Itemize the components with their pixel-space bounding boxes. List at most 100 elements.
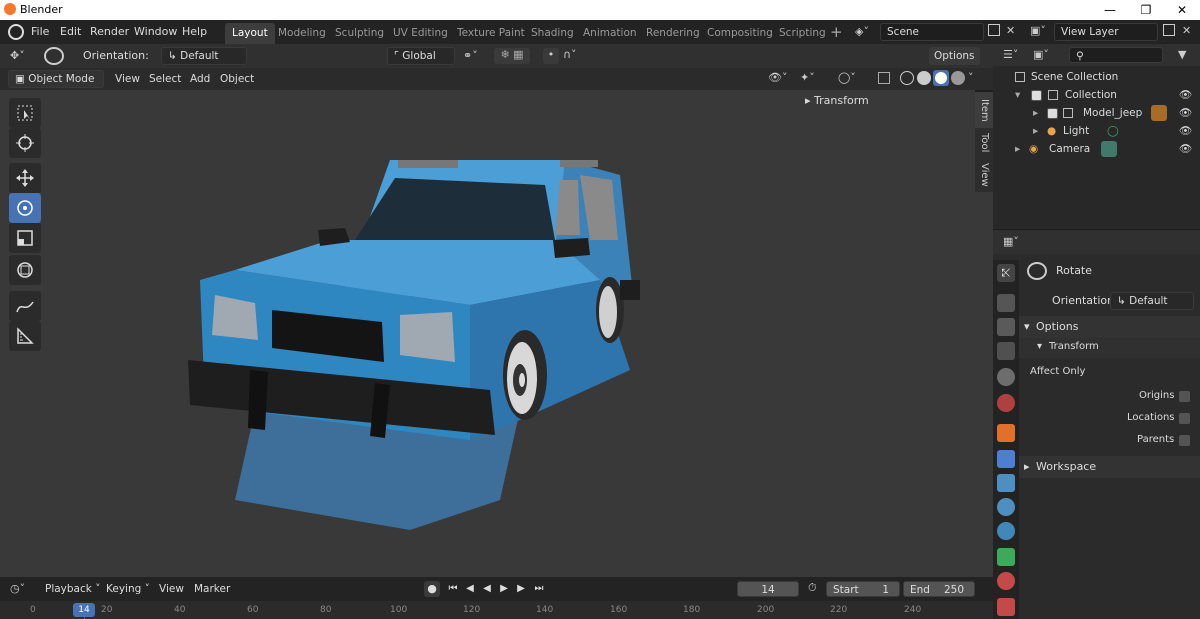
snap-icon[interactable]: ❄ ▦ (494, 48, 530, 64)
maximize-button[interactable]: ❐ (1128, 0, 1164, 20)
start-frame-field[interactable]: Start 1 (826, 581, 900, 597)
end-frame-field[interactable]: End 250 (903, 581, 975, 597)
prev-keyframe-icon[interactable]: ◀ (464, 583, 476, 595)
tab-scripting[interactable]: Scripting (772, 23, 833, 44)
add-workspace-icon[interactable]: + (830, 23, 843, 41)
object-mode-dropdown[interactable]: ▣ Object Mode (8, 70, 104, 88)
locations-checkbox[interactable] (1179, 413, 1190, 424)
collection-eye-icon[interactable]: 👁 (1179, 86, 1192, 104)
record-button[interactable]: ● (424, 581, 440, 597)
close-button[interactable]: ✕ (1164, 0, 1200, 20)
minimize-button[interactable]: — (1092, 0, 1128, 20)
annotate-tool[interactable] (9, 291, 41, 321)
data-tab-icon[interactable] (997, 548, 1015, 566)
expand-arrow-icon[interactable]: ▸ (1015, 140, 1020, 158)
cursor-tool[interactable] (9, 128, 41, 158)
tab-shading[interactable]: Shading (524, 23, 581, 44)
world-tab-icon[interactable] (997, 394, 1015, 412)
tab-uv-editing[interactable]: UV Editing (386, 23, 455, 44)
new-scene-icon[interactable] (988, 24, 1000, 36)
editor-type-icon[interactable]: ✥˅ (10, 49, 25, 62)
menu-edit[interactable]: Edit (60, 25, 81, 38)
particles-tab-icon[interactable] (997, 474, 1015, 492)
render-tab-icon[interactable] (997, 294, 1015, 312)
3d-viewport[interactable]: ▸ Transform (0, 90, 975, 577)
output-tab-icon[interactable] (997, 318, 1015, 336)
tool-tab-icon[interactable]: ⤪ (997, 264, 1015, 282)
properties-editor-icon[interactable]: ▦˅ (1003, 235, 1019, 248)
scene-icon[interactable]: ◈˅ (855, 25, 869, 38)
current-frame-field[interactable]: 14 (737, 581, 799, 597)
model-eye-icon[interactable]: 👁 (1179, 104, 1192, 122)
tab-sculpting[interactable]: Sculpting (328, 23, 391, 44)
timeline-menu-view[interactable]: View (154, 580, 189, 598)
shading-options-icon[interactable]: ˅ (968, 71, 974, 84)
outliner-search-input[interactable]: ⚲ (1069, 47, 1163, 63)
scene-tab-icon[interactable] (997, 368, 1015, 386)
view-layer-tab-icon[interactable] (997, 342, 1015, 360)
outliner-collection[interactable]: ▾ Collection 👁 (993, 86, 1200, 104)
camera-data-icon[interactable] (1101, 141, 1117, 157)
light-data-icon[interactable]: ◯ (1107, 122, 1119, 140)
outliner-scene-collection[interactable]: Scene Collection (993, 68, 1200, 86)
viewport-menu-add[interactable]: Add (185, 70, 215, 88)
transform-tool[interactable] (9, 255, 41, 285)
outliner-item-light[interactable]: ▸ ● Light ◯ 👁 (993, 122, 1200, 140)
timeline-menu-playback[interactable]: Playback ˅ (40, 580, 105, 598)
filter-view-icon[interactable]: ▣˅ (1033, 48, 1049, 61)
jump-end-icon[interactable]: ⏭ (533, 583, 545, 595)
parents-checkbox[interactable] (1179, 435, 1190, 446)
orientation-dropdown[interactable]: ↳ Default (1110, 292, 1194, 310)
light-eye-icon[interactable]: 👁 (1179, 122, 1192, 140)
playhead[interactable]: 14 (73, 603, 95, 617)
tab-compositing[interactable]: Compositing (700, 23, 780, 44)
solid-shading-icon[interactable] (917, 71, 931, 85)
view-layer-field[interactable]: View Layer (1054, 23, 1158, 41)
outliner-item-camera[interactable]: ▸ ◉ Camera 👁 (993, 140, 1200, 158)
falloff-icon[interactable]: ∩˅ (563, 48, 577, 61)
scale-tool[interactable] (9, 223, 41, 253)
scene-field[interactable]: Scene (880, 23, 984, 41)
material-preview-button[interactable] (933, 70, 949, 86)
sidebar-tab-view[interactable]: View (975, 158, 993, 192)
timeline-ruler[interactable]: 0 14 20 40 60 80 100 120 140 160 180 200… (0, 601, 993, 619)
modifier-tab-icon[interactable] (997, 450, 1015, 468)
xray-icon[interactable] (878, 72, 890, 84)
delete-scene-icon[interactable]: ✕ (1006, 24, 1015, 37)
camera-eye-icon[interactable]: 👁 (1179, 140, 1192, 158)
overlay-icon[interactable]: ◯˅ (838, 71, 856, 84)
play-reverse-icon[interactable]: ◀ (481, 583, 493, 595)
tab-animation[interactable]: Animation (576, 23, 644, 44)
orientation-dropdown[interactable]: ↳ Default (161, 47, 247, 65)
texture-tab-icon[interactable] (997, 598, 1015, 616)
new-view-layer-icon[interactable] (1163, 24, 1175, 36)
expand-arrow-icon[interactable]: ▸ (1033, 104, 1038, 122)
menu-window[interactable]: Window (134, 25, 177, 38)
outliner-item-model-jeep[interactable]: ▸ Model_jeep 👁 (993, 104, 1200, 122)
viewport-menu-select[interactable]: Select (144, 70, 186, 88)
origins-checkbox[interactable] (1179, 391, 1190, 402)
next-keyframe-icon[interactable]: ▶ (515, 583, 527, 595)
move-tool[interactable] (9, 163, 41, 193)
constraints-tab-icon[interactable] (997, 522, 1015, 540)
mesh-data-icon[interactable] (1151, 105, 1167, 121)
tab-layout[interactable]: Layout (225, 23, 275, 44)
physics-tab-icon[interactable] (997, 498, 1015, 516)
delete-view-layer-icon[interactable]: ✕ (1182, 24, 1191, 37)
tab-rendering[interactable]: Rendering (639, 23, 707, 44)
transform-subpanel-header[interactable]: ▾ Transform (1019, 338, 1200, 358)
visibility-icon[interactable]: 👁˅ (768, 71, 787, 84)
wireframe-shading-icon[interactable] (900, 71, 914, 85)
model-checkbox[interactable] (1047, 108, 1058, 119)
pivot-point-icon[interactable]: ⚭˅ (463, 49, 478, 62)
viewport-menu-object[interactable]: Object (215, 70, 259, 88)
transform-panel-header[interactable]: ▸ Transform (805, 94, 869, 107)
select-box-tool[interactable] (9, 98, 41, 128)
play-icon[interactable]: ▶ (498, 583, 510, 595)
proportional-edit-icon[interactable]: • (543, 48, 559, 64)
view-layer-icon[interactable]: ▣˅ (1030, 24, 1046, 37)
collection-checkbox[interactable] (1031, 90, 1042, 101)
jump-start-icon[interactable]: ⏮ (447, 583, 459, 595)
tab-texture-paint[interactable]: Texture Paint (450, 23, 532, 44)
stopwatch-icon[interactable]: ⏱ (808, 581, 817, 595)
